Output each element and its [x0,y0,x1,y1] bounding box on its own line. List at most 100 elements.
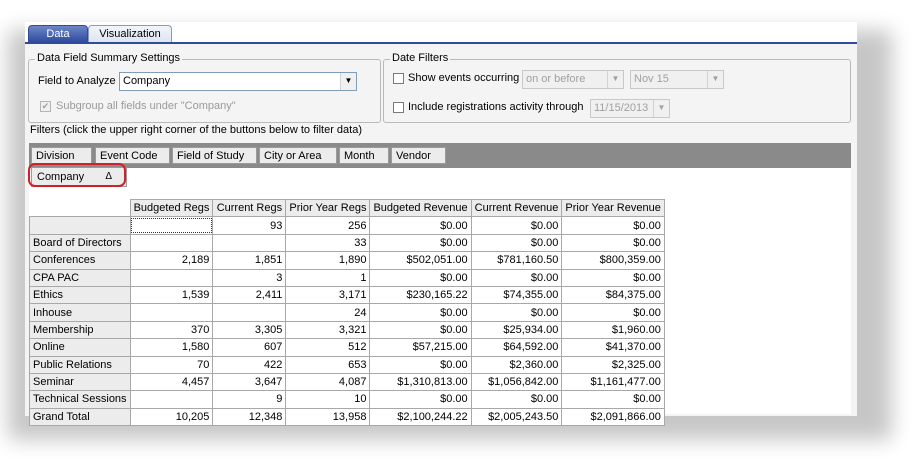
occurring-select[interactable]: on or before ▼ [522,70,624,89]
row-header[interactable]: Board of Directors [29,233,131,253]
data-cell[interactable] [212,233,287,253]
row-header[interactable]: Technical Sessions [29,390,131,409]
data-cell[interactable]: $0.00 [561,303,665,322]
row-header[interactable]: Inhouse [29,303,131,322]
include-registrations-checkbox[interactable] [393,102,404,113]
data-cell[interactable]: $57,215.00 [369,338,472,357]
row-header[interactable]: Public Relations [29,355,131,374]
data-cell[interactable]: $0.00 [561,390,665,409]
data-cell[interactable]: $0.00 [369,233,472,253]
data-cell[interactable]: 4,087 [285,372,371,392]
filter-field-month[interactable]: Month [339,147,389,164]
data-cell[interactable]: 33 [285,233,371,253]
data-cell[interactable] [212,303,287,322]
data-cell[interactable]: 2,411 [212,285,287,305]
data-cell[interactable]: $2,100,244.22 [369,407,472,427]
data-cell[interactable]: $2,091,866.00 [561,407,665,427]
data-cell[interactable]: $0.00 [470,268,563,287]
data-cell[interactable]: 1,890 [285,251,371,270]
data-cell[interactable]: 3,305 [212,320,287,340]
show-events-checkbox[interactable] [393,73,404,84]
data-cell[interactable]: $25,934.00 [470,320,563,340]
data-cell[interactable]: $0.00 [369,216,472,235]
data-cell[interactable]: 422 [212,355,287,374]
data-cell[interactable]: $1,960.00 [561,320,665,340]
data-cell[interactable]: 1,580 [129,338,214,357]
data-cell[interactable]: 1 [285,268,371,287]
column-header[interactable]: Budgeted Regs [129,198,214,218]
data-cell[interactable]: $0.00 [470,303,563,322]
data-cell[interactable]: 24 [285,303,371,322]
data-cell[interactable]: $2,005,243.50 [470,407,563,427]
data-cell[interactable]: $41,370.00 [561,338,665,357]
data-cell[interactable]: 70 [129,355,214,374]
data-cell[interactable]: $0.00 [561,268,665,287]
row-header[interactable] [29,216,131,235]
data-cell[interactable]: 653 [285,355,371,374]
data-cell[interactable]: 3,171 [285,285,371,305]
column-header[interactable]: Current Revenue [470,198,563,218]
data-cell[interactable]: 3,647 [212,372,287,392]
row-header[interactable]: Grand Total [29,407,131,427]
data-cell[interactable] [129,233,214,253]
data-cell[interactable]: $502,051.00 [369,251,472,270]
filter-field-division[interactable]: Division [31,147,92,164]
data-cell[interactable]: $781,160.50 [470,251,563,270]
row-header[interactable]: Seminar [29,372,131,392]
data-cell[interactable] [129,216,214,235]
data-cell[interactable]: $800,359.00 [561,251,665,270]
column-header[interactable]: Current Regs [212,198,287,218]
data-cell[interactable]: $0.00 [561,216,665,235]
field-to-analyze-select[interactable]: Company ▼ [119,72,357,91]
data-cell[interactable]: 3,321 [285,320,371,340]
data-cell[interactable]: 256 [285,216,371,235]
filter-field-event-code[interactable]: Event Code [95,147,170,164]
data-cell[interactable]: $0.00 [369,390,472,409]
data-cell[interactable]: 12,348 [212,407,287,427]
data-cell[interactable]: 10,205 [129,407,214,427]
data-cell[interactable] [129,303,214,322]
data-cell[interactable]: $74,355.00 [470,285,563,305]
column-header[interactable]: Prior Year Revenue [561,198,665,218]
data-cell[interactable] [129,390,214,409]
data-cell[interactable] [129,268,214,287]
data-cell[interactable]: 3 [212,268,287,287]
subgroup-checkbox[interactable]: ✔ [40,101,51,112]
data-cell[interactable]: 1,851 [212,251,287,270]
column-header[interactable]: Budgeted Revenue [369,198,472,218]
filter-field-vendor[interactable]: Vendor [391,147,446,164]
data-cell[interactable]: $0.00 [369,303,472,322]
through-date-select[interactable]: 11/15/2013 ▼ [590,99,670,118]
chevron-down-icon[interactable]: ▼ [707,71,723,88]
tab-visualization[interactable]: Visualization [88,25,172,42]
row-header[interactable]: Ethics [29,285,131,305]
row-header[interactable]: Membership [29,320,131,340]
filter-field-city-or-area[interactable]: City or Area [259,147,337,164]
column-header[interactable]: Prior Year Regs [285,198,371,218]
row-header[interactable]: Conferences [29,251,131,270]
data-cell[interactable]: $2,325.00 [561,355,665,374]
data-cell[interactable]: $0.00 [470,390,563,409]
event-date-select[interactable]: Nov 15 ▼ [630,70,724,89]
data-cell[interactable]: 1,539 [129,285,214,305]
data-cell[interactable]: $1,056,842.00 [470,372,563,392]
row-header[interactable]: CPA PAC [29,268,131,287]
data-cell[interactable]: $0.00 [470,233,563,253]
data-cell[interactable]: 9 [212,390,287,409]
data-cell[interactable]: 13,958 [285,407,371,427]
data-cell[interactable]: 10 [285,390,371,409]
data-cell[interactable]: $0.00 [369,268,472,287]
chevron-down-icon[interactable]: ▼ [607,71,623,88]
data-cell[interactable]: $0.00 [470,216,563,235]
filter-field-field-of-study[interactable]: Field of Study [172,147,257,164]
data-cell[interactable]: 607 [212,338,287,357]
data-cell[interactable]: $0.00 [369,320,472,340]
data-cell[interactable]: $0.00 [369,355,472,374]
data-cell[interactable]: $84,375.00 [561,285,665,305]
chevron-down-icon[interactable]: ▼ [653,100,669,117]
data-cell[interactable]: $0.00 [561,233,665,253]
tab-data[interactable]: Data [28,25,88,42]
chevron-down-icon[interactable]: ▼ [340,73,356,90]
row-header[interactable]: Online [29,338,131,357]
data-cell[interactable]: 370 [129,320,214,340]
